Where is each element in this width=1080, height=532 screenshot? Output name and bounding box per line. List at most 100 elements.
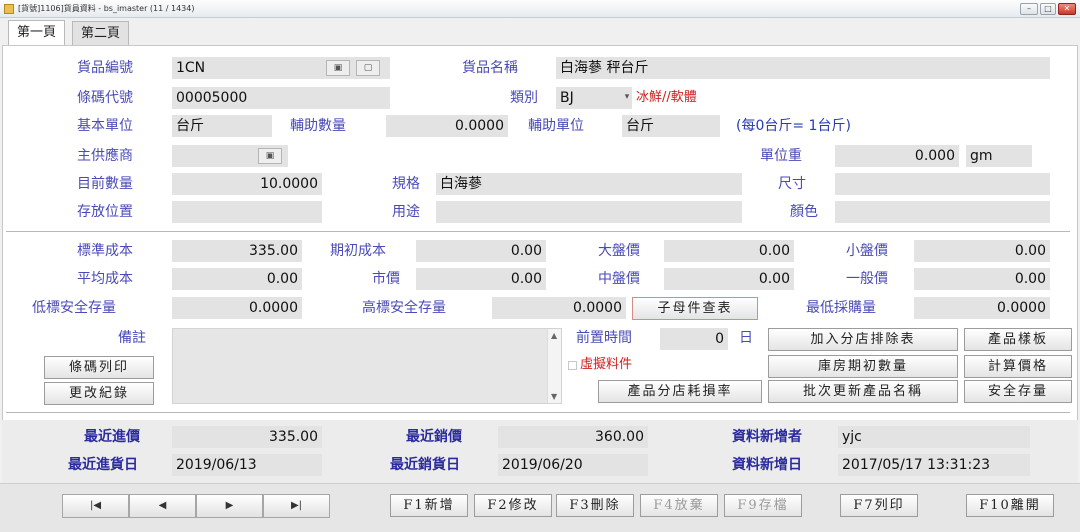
big-price-label: 大盤價 xyxy=(598,243,640,259)
last-in-price-label: 最近進價 xyxy=(84,429,140,445)
prev-record-icon: ◀ xyxy=(158,500,167,511)
bom-lookup-button[interactable]: 子母件查表 xyxy=(632,297,758,320)
init-cost-field[interactable]: 0.00 xyxy=(416,240,546,262)
market-price-field[interactable]: 0.00 xyxy=(416,268,546,290)
barcode-print-button[interactable]: 條碼列印 xyxy=(44,356,154,379)
main-form xyxy=(2,45,1078,483)
lead-time-unit: 日 xyxy=(739,330,753,346)
barcode-field[interactable]: 00005000 xyxy=(172,87,390,109)
batch-update-name-button[interactable]: 批次更新產品名稱 xyxy=(768,380,958,403)
last-sale-price-label: 最近銷價 xyxy=(406,429,462,445)
safety-stock-button[interactable]: 安全存量 xyxy=(964,380,1072,403)
last-sale-date-label: 最近銷貨日 xyxy=(390,457,460,473)
tab-strip: 第一頁 第二頁 xyxy=(0,18,1080,47)
base-unit-label: 基本單位 xyxy=(77,118,133,134)
delete-button[interactable]: F3刪除 xyxy=(556,494,634,517)
add-button[interactable]: F1新增 xyxy=(390,494,468,517)
big-price-field[interactable]: 0.00 xyxy=(664,240,794,262)
print-button[interactable]: F7列印 xyxy=(840,494,918,517)
last-in-price-field[interactable]: 335.00 xyxy=(172,426,322,448)
first-record-icon: |◀ xyxy=(89,500,102,511)
close-button[interactable]: ✕ xyxy=(1058,3,1076,15)
unit-weight-unit[interactable]: gm xyxy=(966,145,1032,167)
unit-conversion-note: (每0台斤= 1台斤) xyxy=(736,118,851,134)
memo-textarea[interactable]: ▲ ▼ xyxy=(172,328,562,404)
minimize-button[interactable]: – xyxy=(1020,3,1038,15)
abandon-button[interactable]: F4放棄 xyxy=(640,494,718,517)
base-unit-field[interactable]: 台斤 xyxy=(172,115,272,137)
unit-weight-label: 單位重 xyxy=(760,148,802,164)
calc-price-button[interactable]: 計算價格 xyxy=(964,355,1072,378)
next-record-button[interactable]: ▶ xyxy=(196,494,263,518)
min-purchase-field[interactable]: 0.0000 xyxy=(914,297,1050,319)
min-purchase-label: 最低採購量 xyxy=(806,300,876,316)
mid-price-field[interactable]: 0.00 xyxy=(664,268,794,290)
location-field[interactable] xyxy=(172,201,322,223)
market-price-label: 市價 xyxy=(372,271,400,287)
warehouse-init-qty-button[interactable]: 庫房期初數量 xyxy=(768,355,958,378)
category-label: 類別 xyxy=(510,90,538,106)
high-stock-label: 高標安全存量 xyxy=(362,300,446,316)
lookup-secondary-icon[interactable]: ▢ xyxy=(356,60,380,76)
usage-field[interactable] xyxy=(436,201,742,223)
supplier-lookup-icon[interactable]: ▣ xyxy=(258,148,282,164)
product-template-button[interactable]: 產品樣板 xyxy=(964,328,1072,351)
first-record-button[interactable]: |◀ xyxy=(62,494,129,518)
lead-time-label: 前置時間 xyxy=(576,330,632,346)
std-cost-field[interactable]: 335.00 xyxy=(172,240,302,262)
high-stock-field[interactable]: 0.0000 xyxy=(492,297,626,319)
last-sale-price-field[interactable]: 360.00 xyxy=(498,426,648,448)
product-name-field[interactable]: 白海蔘 秤台斤 xyxy=(556,57,1050,79)
creator-field[interactable]: yjc xyxy=(838,426,1030,448)
window-titlebar: [貨號]1106]貨員資料 - bs_imaster (11 / 1434) –… xyxy=(0,0,1080,18)
maximize-button[interactable]: □ xyxy=(1040,3,1056,15)
aux-qty-label: 輔助數量 xyxy=(290,118,346,134)
tab-page-2[interactable]: 第二頁 xyxy=(72,21,130,46)
color-label: 顏色 xyxy=(790,204,818,220)
prev-record-button[interactable]: ◀ xyxy=(129,494,196,518)
memo-scrollbar[interactable]: ▲ ▼ xyxy=(547,329,561,403)
chevron-down-icon[interactable]: ▾ xyxy=(621,90,633,106)
last-in-date-label: 最近進貨日 xyxy=(68,457,138,473)
spec-field[interactable]: 白海蔘 xyxy=(436,173,742,195)
last-sale-date-field[interactable]: 2019/06/20 xyxy=(498,454,648,476)
init-cost-label: 期初成本 xyxy=(330,243,386,259)
aux-qty-field[interactable]: 0.0000 xyxy=(386,115,508,137)
qty-field[interactable]: 10.0000 xyxy=(172,173,322,195)
last-record-button[interactable]: ▶| xyxy=(263,494,330,518)
color-field[interactable] xyxy=(835,201,1050,223)
std-cost-label: 標準成本 xyxy=(77,243,133,259)
general-price-field[interactable]: 0.00 xyxy=(914,268,1050,290)
usage-label: 用途 xyxy=(392,204,420,220)
save-button[interactable]: F9存檔 xyxy=(724,494,802,517)
divider xyxy=(6,412,1070,413)
change-log-button[interactable]: 更改紀錄 xyxy=(44,382,154,405)
exit-button[interactable]: F10離開 xyxy=(966,494,1054,517)
unit-weight-field[interactable]: 0.000 xyxy=(835,145,959,167)
add-branch-exclude-button[interactable]: 加入分店排除表 xyxy=(768,328,958,351)
created-date-field[interactable]: 2017/05/17 13:31:23 xyxy=(838,454,1030,476)
tab-page-1[interactable]: 第一頁 xyxy=(8,20,66,47)
small-price-label: 小盤價 xyxy=(846,243,888,259)
size-field[interactable] xyxy=(835,173,1050,195)
product-code-label: 貨品編號 xyxy=(77,60,133,76)
category-description: 冰鮮//軟體 xyxy=(636,90,697,105)
app-icon xyxy=(4,4,14,14)
low-stock-label: 低標安全存量 xyxy=(32,300,116,316)
created-date-label: 資料新增日 xyxy=(732,457,802,473)
aux-unit-field[interactable]: 台斤 xyxy=(622,115,720,137)
toolbar: |◀ ◀ ▶ ▶| F1新增 F2修改 F3刪除 F4放棄 F9存檔 F7列印 … xyxy=(0,483,1080,532)
lookup-icon[interactable]: ▣ xyxy=(326,60,350,76)
edit-button[interactable]: F2修改 xyxy=(474,494,552,517)
virtual-item-checkbox[interactable] xyxy=(568,361,577,370)
product-name-label: 貨品名稱 xyxy=(462,60,518,76)
mid-price-label: 中盤價 xyxy=(598,271,640,287)
last-in-date-field[interactable]: 2019/06/13 xyxy=(172,454,322,476)
lead-time-field[interactable]: 0 xyxy=(660,328,728,350)
low-stock-field[interactable]: 0.0000 xyxy=(172,297,302,319)
avg-cost-field[interactable]: 0.00 xyxy=(172,268,302,290)
small-price-field[interactable]: 0.00 xyxy=(914,240,1050,262)
aux-unit-label: 輔助單位 xyxy=(528,118,584,134)
window-title: [貨號]1106]貨員資料 - bs_imaster (11 / 1434) xyxy=(18,4,195,13)
branch-loss-rate-button[interactable]: 產品分店耗損率 xyxy=(598,380,762,403)
